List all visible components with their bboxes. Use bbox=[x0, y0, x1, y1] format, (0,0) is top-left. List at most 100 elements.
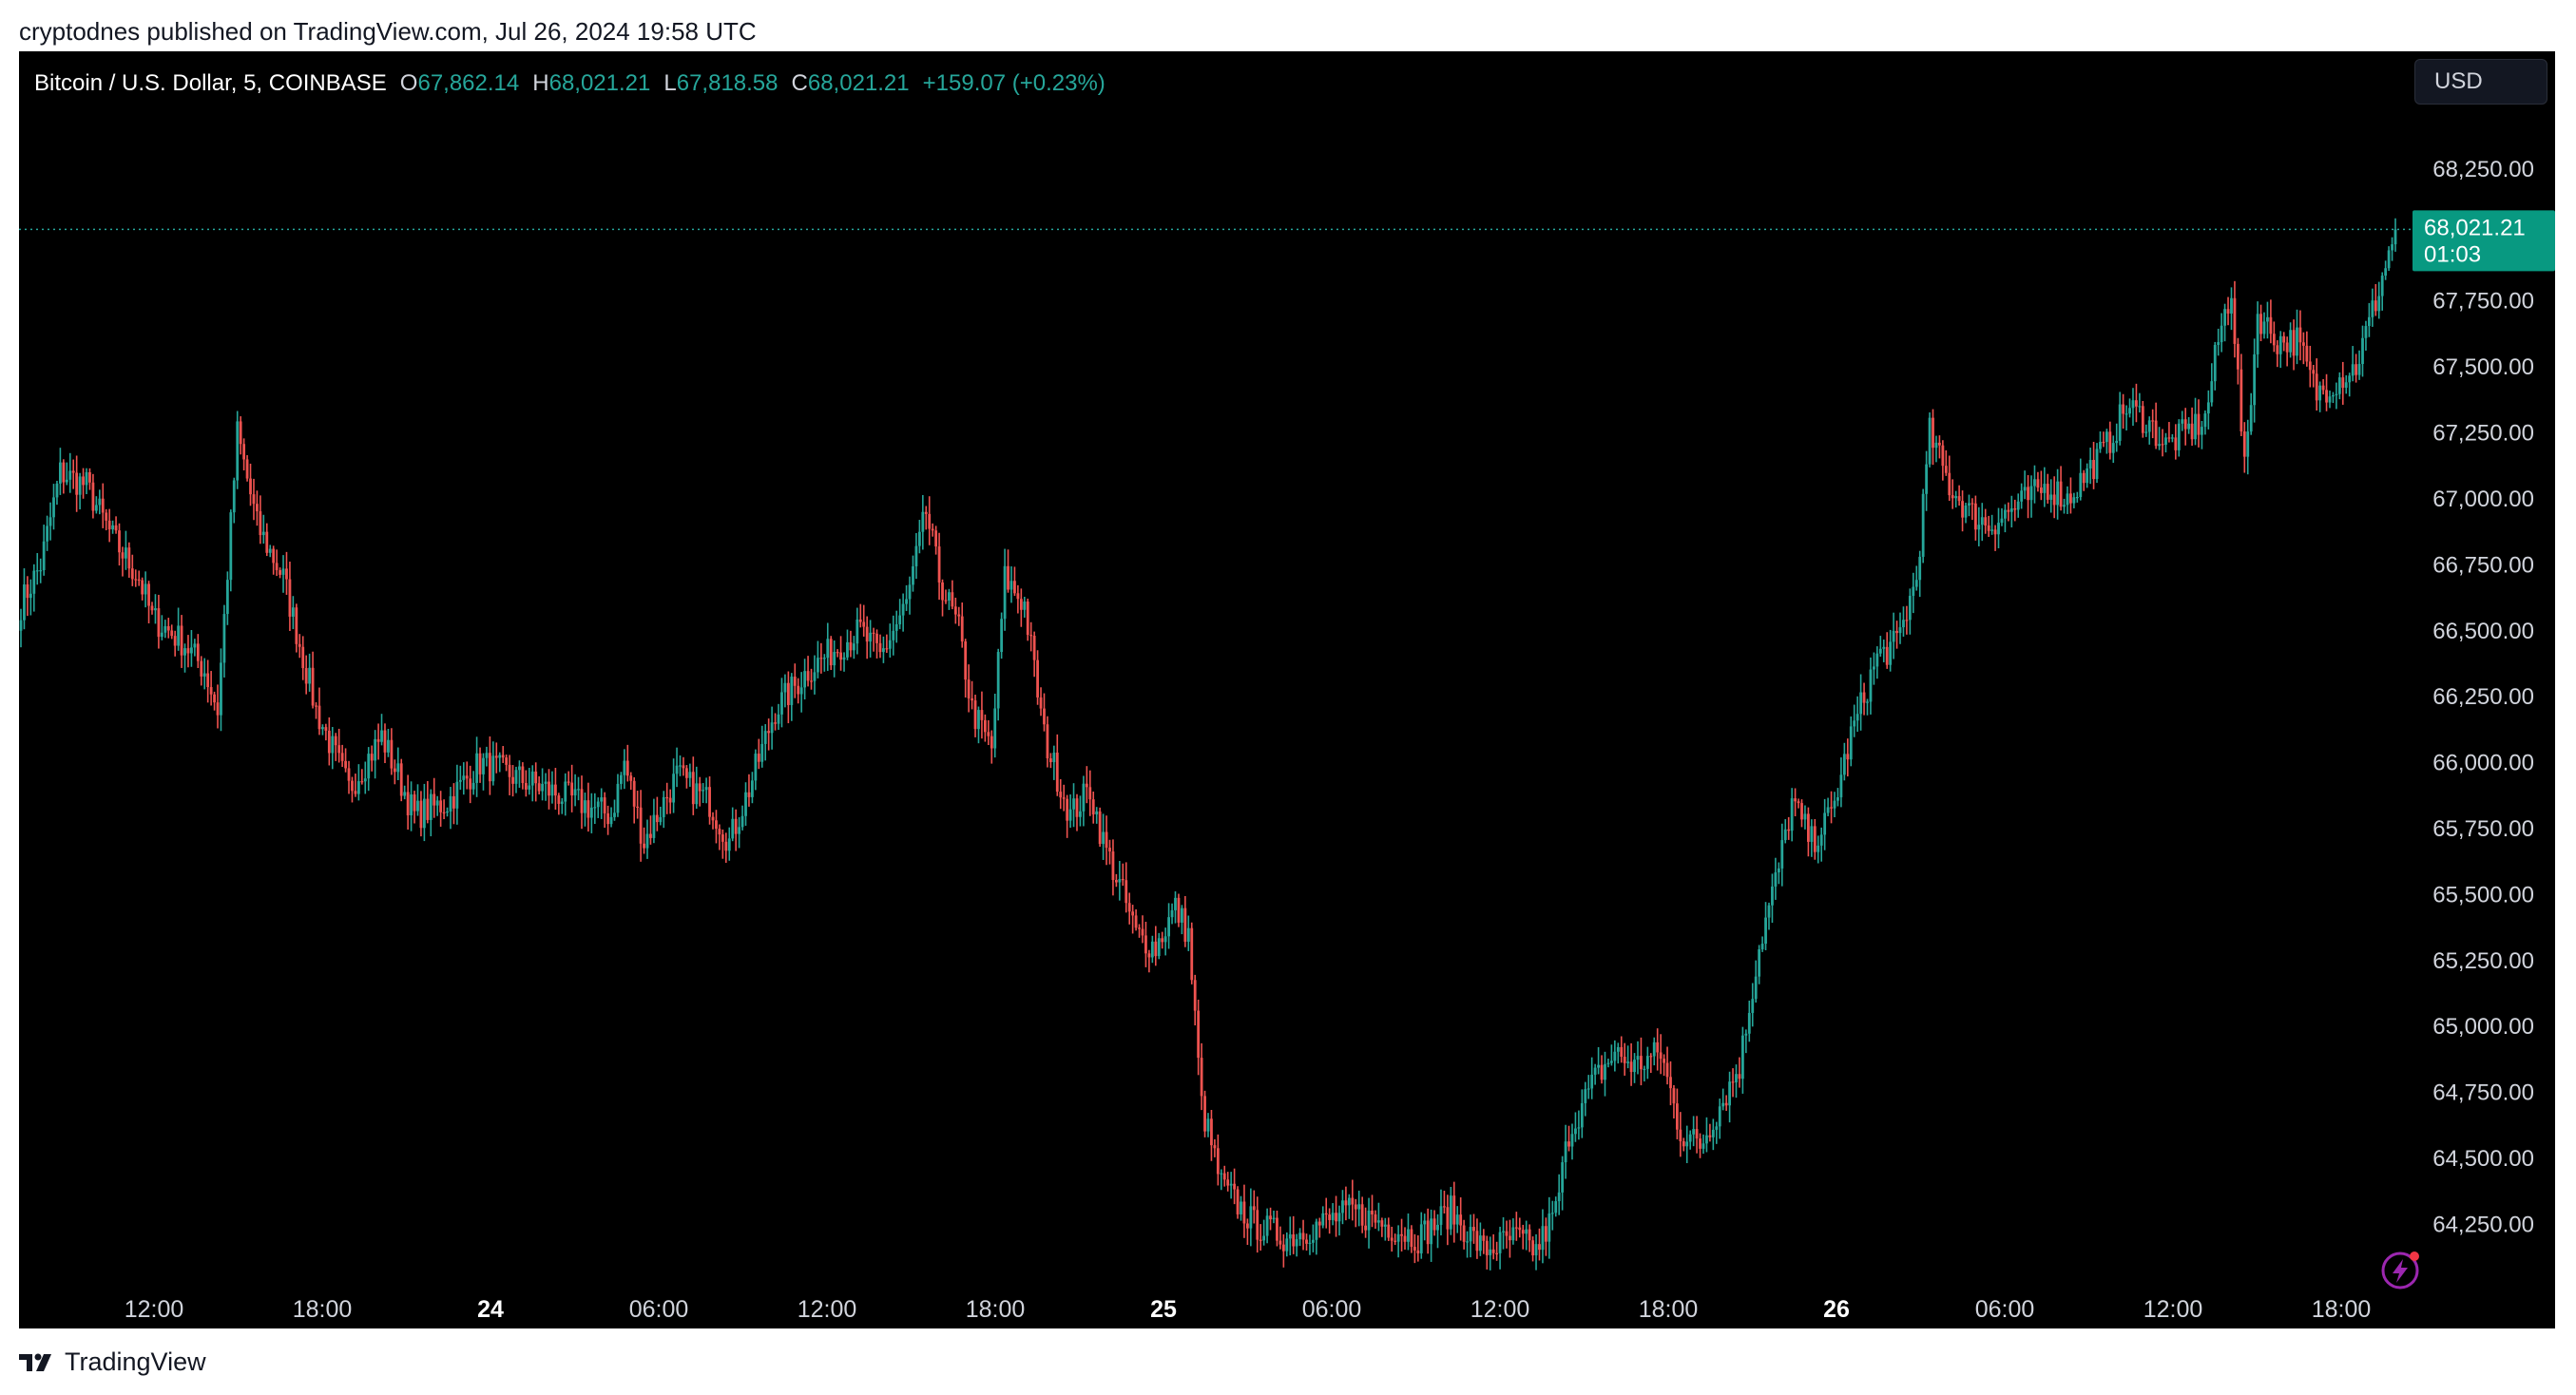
candle-body bbox=[351, 780, 354, 792]
candle-body bbox=[2046, 484, 2049, 500]
candle-body bbox=[2020, 490, 2024, 502]
candle-body bbox=[580, 789, 584, 813]
lightning-alert-icon[interactable] bbox=[2381, 1252, 2419, 1290]
candle-body bbox=[924, 511, 928, 514]
candle-body bbox=[1715, 1126, 1719, 1130]
candle-body bbox=[2332, 394, 2335, 397]
price-tick-label: 67,500.00 bbox=[2432, 354, 2534, 380]
high-key: H bbox=[532, 70, 549, 96]
candle-body bbox=[1082, 783, 1086, 812]
time-tick-label: 12:00 bbox=[125, 1296, 184, 1323]
candle-body bbox=[1623, 1057, 1626, 1063]
symbol-name[interactable]: Bitcoin / U.S. Dollar, 5, COINBASE bbox=[34, 70, 387, 96]
candle-body bbox=[1324, 1213, 1328, 1215]
currency-button[interactable]: USD bbox=[2414, 59, 2547, 105]
candle-body bbox=[1446, 1207, 1450, 1230]
candle-body bbox=[1147, 953, 1151, 958]
candle-body bbox=[564, 781, 567, 802]
candle-body bbox=[2249, 405, 2253, 432]
price-chart[interactable]: 64,250.00 64,500.00 64,750.00 65,000.00 65,2… bbox=[19, 51, 2555, 1328]
candle-body bbox=[2118, 404, 2122, 441]
candle-body bbox=[334, 736, 337, 746]
candle-body bbox=[1134, 915, 1138, 928]
candle-body bbox=[1344, 1200, 1348, 1206]
candle-body bbox=[2092, 460, 2095, 480]
candle-body bbox=[567, 781, 570, 783]
candle-body bbox=[1724, 1102, 1728, 1106]
candle-body bbox=[482, 757, 485, 774]
candle-body bbox=[731, 818, 735, 839]
candle-body bbox=[586, 800, 590, 818]
candle-body bbox=[1866, 701, 1869, 703]
candle-body bbox=[757, 754, 760, 762]
candle-body bbox=[2328, 396, 2332, 403]
time-tick-label: 18:00 bbox=[293, 1296, 353, 1323]
candle-body bbox=[980, 710, 984, 720]
candle-body bbox=[2124, 413, 2128, 415]
price-tick-label: 65,000.00 bbox=[2432, 1014, 2534, 1040]
candle-body bbox=[1528, 1229, 1531, 1241]
bar-countdown: 01:03 bbox=[2424, 241, 2481, 267]
candle-body bbox=[941, 582, 944, 601]
candle-body bbox=[229, 512, 233, 581]
candle-body bbox=[596, 801, 600, 808]
candle-body bbox=[603, 797, 606, 813]
candle-body bbox=[465, 775, 469, 779]
candle-body bbox=[2305, 345, 2309, 362]
candle-body bbox=[1502, 1231, 1505, 1233]
candle-body bbox=[2128, 408, 2131, 414]
candle-body bbox=[2023, 487, 2027, 491]
candle-body bbox=[1240, 1201, 1242, 1214]
candle-body bbox=[2321, 385, 2325, 391]
price-tick-label: 64,250.00 bbox=[2432, 1212, 2534, 1237]
time-tick-label: 26 bbox=[1823, 1296, 1850, 1323]
price-tick-label: 66,000.00 bbox=[2432, 751, 2534, 776]
candle-body bbox=[609, 816, 613, 825]
candle-body bbox=[1735, 1074, 1738, 1082]
candle-body bbox=[1961, 501, 1964, 518]
candle-body bbox=[200, 660, 203, 677]
candle-body bbox=[625, 760, 629, 776]
candle-body bbox=[1449, 1195, 1452, 1230]
candle-body bbox=[2033, 479, 2036, 487]
candle-body bbox=[740, 815, 744, 828]
candle-body bbox=[1957, 496, 1961, 502]
candle-body bbox=[2183, 419, 2187, 430]
candle-body bbox=[1984, 517, 1988, 526]
candle-body bbox=[1216, 1148, 1220, 1175]
candle-body bbox=[101, 498, 105, 513]
candle-body bbox=[1193, 980, 1197, 1011]
candle-body bbox=[1813, 826, 1817, 852]
chart-pane[interactable]: 64,250.00 64,500.00 64,750.00 65,000.00 65,2… bbox=[19, 51, 2555, 1328]
candle-body bbox=[1079, 811, 1082, 817]
candle-body bbox=[953, 606, 957, 615]
candle-body bbox=[1853, 720, 1856, 727]
candle-body bbox=[2066, 493, 2069, 506]
candle-body bbox=[1990, 529, 1994, 531]
candle-body bbox=[1312, 1239, 1315, 1243]
price-tick-label: 64,500.00 bbox=[2432, 1146, 2534, 1172]
candle-body bbox=[1699, 1138, 1701, 1149]
candle-body bbox=[1374, 1214, 1377, 1223]
candle-body bbox=[1367, 1210, 1371, 1231]
candle-body bbox=[912, 565, 914, 585]
candle-body bbox=[1036, 659, 1039, 698]
candle-body bbox=[704, 787, 708, 791]
time-tick-label: 06:00 bbox=[629, 1296, 689, 1323]
candle-body bbox=[869, 632, 873, 642]
candle-body bbox=[990, 736, 993, 749]
candle-body bbox=[1944, 466, 1948, 473]
candle-body bbox=[1954, 496, 1958, 499]
candle-body bbox=[951, 592, 954, 607]
candle-body bbox=[249, 478, 252, 495]
candle-body bbox=[304, 668, 308, 684]
candle-body bbox=[1285, 1238, 1289, 1252]
candle-body bbox=[1177, 897, 1181, 923]
candle-body bbox=[836, 652, 839, 654]
candle-body bbox=[380, 730, 383, 742]
candle-body bbox=[797, 685, 800, 695]
tradingview-brand[interactable]: TradingView bbox=[19, 1347, 206, 1377]
candle-body bbox=[1708, 1135, 1712, 1137]
candle-body bbox=[639, 807, 643, 844]
candle-body bbox=[1007, 565, 1009, 590]
